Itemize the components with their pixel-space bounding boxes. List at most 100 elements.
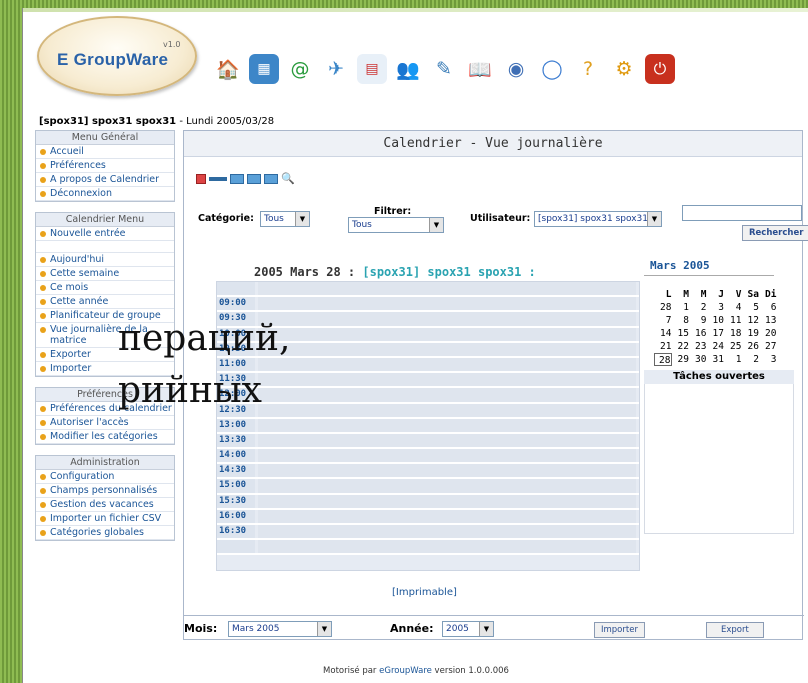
time-slot[interactable] [258, 327, 636, 341]
print-link[interactable]: [Imprimable] [392, 587, 457, 598]
time-slot[interactable] [258, 297, 636, 311]
time-slot[interactable] [258, 525, 636, 539]
mini-calendar-day[interactable]: 9 [689, 314, 707, 327]
time-label[interactable]: 16:30 [217, 525, 255, 539]
sidebar-item-holidays[interactable]: Gestion des vacances [36, 498, 174, 512]
mini-calendar-day[interactable]: 28 [654, 353, 672, 366]
sidebar-item-import-csv[interactable]: Importer un fichier CSV [36, 512, 174, 526]
time-slot[interactable] [258, 373, 636, 387]
home-icon[interactable]: 🏠 [213, 54, 243, 84]
import-button[interactable]: Importer [594, 622, 645, 638]
time-label[interactable]: 15:00 [217, 479, 255, 493]
sidebar-item-today[interactable]: Aujourd'hui [36, 253, 174, 267]
time-slot[interactable] [258, 464, 636, 478]
time-slot[interactable] [258, 403, 636, 417]
mini-calendar-day[interactable]: 12 [742, 314, 759, 327]
sidebar-item-logout[interactable]: Déconnexion [36, 187, 174, 201]
search-button[interactable]: Rechercher [742, 225, 808, 241]
search-input[interactable] [682, 205, 802, 221]
mini-calendar-day[interactable]: 2 [742, 353, 759, 366]
sidebar-item-access[interactable]: Autoriser l'accès [36, 416, 174, 430]
time-label[interactable]: 14:00 [217, 449, 255, 463]
time-slot[interactable] [258, 479, 636, 493]
mini-calendar-day[interactable]: 8 [672, 314, 689, 327]
time-slot[interactable] [258, 540, 636, 554]
mini-calendar-day[interactable]: 7 [654, 314, 672, 327]
mini-calendar-day[interactable]: 19 [742, 327, 759, 340]
time-label[interactable] [217, 540, 255, 554]
mini-calendar-day[interactable]: 25 [724, 340, 741, 353]
day-view-icon[interactable] [209, 177, 227, 181]
search-icon[interactable]: 🔍 [281, 173, 295, 185]
mini-calendar-day[interactable]: 13 [759, 314, 776, 327]
projects-icon[interactable]: ✎ [429, 54, 459, 84]
time-slot[interactable] [258, 312, 636, 326]
time-slot[interactable] [258, 509, 636, 523]
mini-calendar-day[interactable]: 17 [707, 327, 724, 340]
sidebar-item-custom-fields[interactable]: Champs personnalisés [36, 484, 174, 498]
infolog-icon[interactable]: ⚙ [609, 54, 639, 84]
time-label[interactable]: 14:30 [217, 464, 255, 478]
mini-calendar-day[interactable]: 4 [724, 301, 742, 314]
time-label[interactable]: 13:00 [217, 418, 255, 432]
day-header-user[interactable]: [spox31] spox31 spox31 : [355, 265, 535, 279]
mini-calendar-day[interactable]: 11 [724, 314, 741, 327]
user-select[interactable]: [spox31] spox31 spox31 ▼ [534, 211, 662, 227]
add-entry-icon[interactable] [196, 174, 206, 184]
calendar-icon[interactable]: ▦ [249, 54, 279, 84]
time-slot[interactable] [258, 282, 636, 296]
mini-calendar-title[interactable]: Mars 2005 [644, 259, 774, 276]
footer-link[interactable]: eGroupWare [379, 666, 432, 676]
sidebar-item-preferences[interactable]: Préférences [36, 159, 174, 173]
mini-calendar-day[interactable]: 3 [759, 353, 777, 366]
mini-calendar-day[interactable]: 10 [707, 314, 724, 327]
time-label[interactable]: 16:00 [217, 509, 255, 523]
month-view-icon[interactable] [247, 174, 261, 184]
mini-calendar-day[interactable]: 24 [707, 340, 724, 353]
logout-icon[interactable]: ⏻ [645, 54, 675, 84]
mini-calendar-day[interactable]: 16 [689, 327, 706, 340]
time-label[interactable]: 15:30 [217, 494, 255, 508]
sidebar-item-new-entry[interactable]: Nouvelle entrée [36, 227, 174, 241]
sidebar-item-month[interactable]: Ce mois [36, 281, 174, 295]
mini-calendar-day[interactable]: 22 [672, 340, 689, 353]
month-select[interactable]: Mars 2005 ▼ [228, 621, 332, 637]
sidebar-item-categories[interactable]: Modifier les catégories [36, 430, 174, 444]
year-view-icon[interactable] [264, 174, 278, 184]
time-slot[interactable] [258, 433, 636, 448]
sidebar-item-config[interactable]: Configuration [36, 470, 174, 484]
mini-calendar-day[interactable]: 31 [707, 353, 724, 366]
year-select[interactable]: 2005 ▼ [442, 621, 494, 637]
sidebar-item-week[interactable]: Cette semaine [36, 267, 174, 281]
sidebar-item-accueil[interactable]: Accueil [36, 145, 174, 159]
sidebar-item-global-categories[interactable]: Catégories globales [36, 526, 174, 540]
mini-calendar-day[interactable]: 18 [724, 327, 741, 340]
sidebar-item-about[interactable]: A propos de Calendrier [36, 173, 174, 187]
books-icon[interactable]: 📖 [465, 54, 495, 84]
export-button[interactable]: Export [706, 622, 764, 638]
time-slot[interactable] [258, 388, 636, 402]
tasks-icon[interactable]: ▤ [357, 54, 387, 84]
mini-calendar-day[interactable]: 1 [724, 353, 742, 366]
time-label[interactable]: 13:30 [217, 433, 255, 448]
mini-calendar-day[interactable]: 1 [672, 301, 689, 314]
mini-calendar-day[interactable]: 27 [759, 340, 776, 353]
sidebar-item-year[interactable]: Cette année [36, 295, 174, 309]
time-label[interactable] [217, 282, 255, 296]
addressbook-icon[interactable]: 👥 [393, 54, 423, 84]
time-slot[interactable] [258, 418, 636, 432]
time-slot[interactable] [258, 357, 636, 372]
mini-calendar-day[interactable]: 6 [759, 301, 777, 314]
mini-calendar-day[interactable]: 23 [689, 340, 706, 353]
shared-icon[interactable]: ◉ [501, 54, 531, 84]
mini-calendar-day[interactable]: 15 [672, 327, 689, 340]
time-slot[interactable] [258, 494, 636, 508]
app-logo[interactable]: v1.0 E GroupWare [37, 16, 197, 96]
mini-calendar-day[interactable]: 29 [672, 353, 689, 366]
time-slot[interactable] [258, 342, 636, 356]
filter-select[interactable]: Tous ▼ [348, 217, 444, 233]
time-label[interactable]: 09:00 [217, 297, 255, 311]
mini-calendar-day[interactable]: 21 [654, 340, 671, 353]
help-icon[interactable]: ? [573, 54, 603, 84]
mini-calendar-day[interactable]: 30 [689, 353, 706, 366]
